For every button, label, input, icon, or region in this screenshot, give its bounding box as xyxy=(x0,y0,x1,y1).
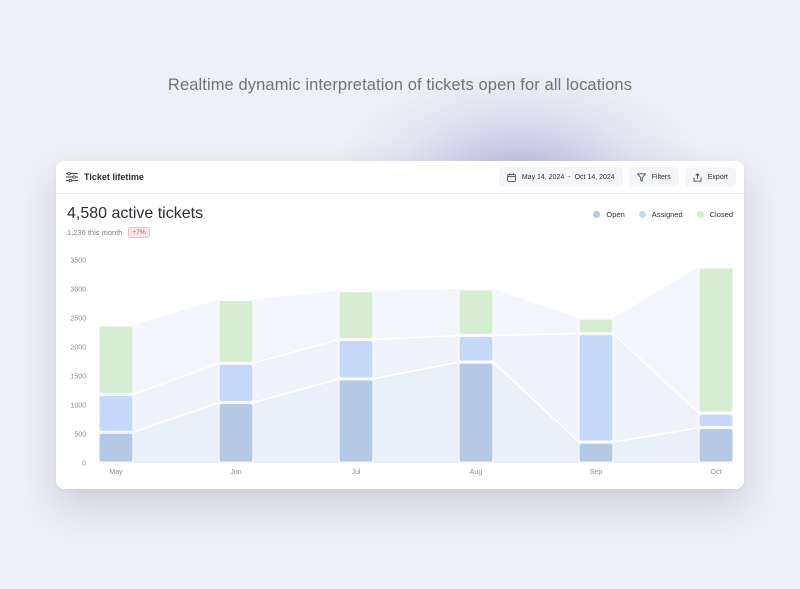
bar-segment-open-may xyxy=(98,432,134,463)
y-tick-label: 2000 xyxy=(70,345,86,352)
y-tick-label: 1000 xyxy=(70,403,86,410)
bar-segment-closed-aug xyxy=(458,289,494,335)
bar-segment-open-jul xyxy=(338,379,374,463)
bar-segment-assigned-jul xyxy=(338,339,374,379)
flow-bands xyxy=(99,266,733,463)
x-tick-label: Jul xyxy=(352,469,361,476)
y-tick-label: 2500 xyxy=(70,316,86,323)
y-tick-label: 3000 xyxy=(70,287,86,294)
bar-segment-open-sep xyxy=(578,442,614,463)
y-tick-label: 500 xyxy=(74,432,86,439)
y-tick-label: 3500 xyxy=(70,258,86,265)
x-tick-label: Aug xyxy=(470,469,483,476)
bar-segment-closed-jul xyxy=(338,291,374,339)
bar-segment-closed-may xyxy=(98,325,134,395)
bar-segment-open-oct xyxy=(698,428,734,463)
bar-segment-closed-sep xyxy=(578,318,614,334)
x-tick-label: Jun xyxy=(230,469,241,476)
ticket-lifetime-card: Ticket lifetime May 14, 2024 - Oct 14, 2… xyxy=(56,161,744,489)
y-tick-label: 1500 xyxy=(70,374,86,381)
bar-segment-assigned-jun xyxy=(218,363,254,403)
ticket-stacked-bar-chart: 0 500 1000 1500 2000 2500 3000 3500 May Jun Jul Aug… xyxy=(70,258,734,476)
bar-segment-assigned-may xyxy=(98,395,134,432)
bar-segment-assigned-sep xyxy=(578,334,614,442)
page-headline: Realtime dynamic interpretation of ticke… xyxy=(167,76,633,94)
bar-segment-open-jun xyxy=(218,403,254,463)
bar-segment-assigned-oct xyxy=(698,413,734,428)
bar-segment-closed-oct xyxy=(698,267,734,413)
bar-segment-open-aug xyxy=(458,362,494,463)
x-tick-label: Sep xyxy=(590,469,603,476)
bar-segment-assigned-aug xyxy=(458,335,494,362)
y-tick-label: 0 xyxy=(82,461,86,468)
x-tick-label: Oct xyxy=(711,469,722,476)
bar-segment-closed-jun xyxy=(218,299,254,363)
x-tick-label: May xyxy=(109,469,123,476)
